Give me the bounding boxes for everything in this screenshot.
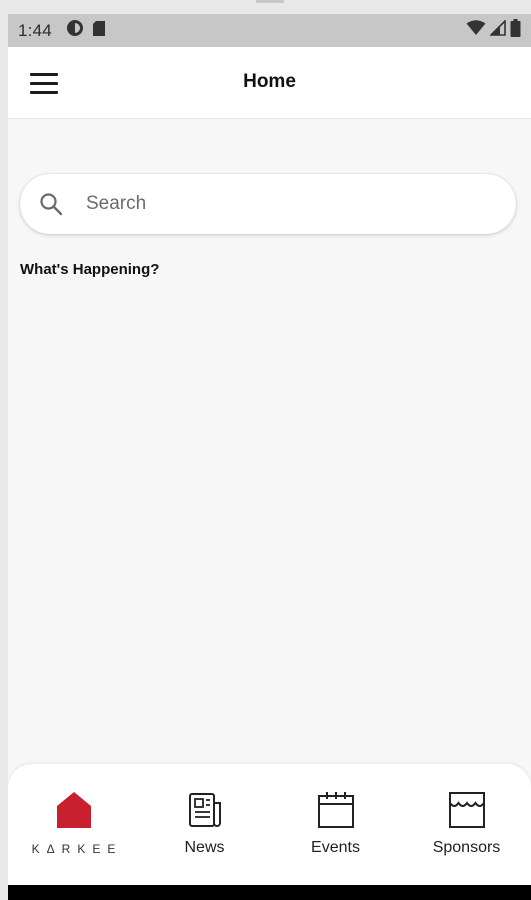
- signal-icon: [489, 19, 506, 41]
- nav-item-sponsors[interactable]: Sponsors: [401, 764, 531, 885]
- nav-item-events[interactable]: Events: [270, 764, 401, 885]
- newspaper-icon: [186, 790, 224, 830]
- karkee-home-logo-icon: [56, 790, 92, 830]
- bottom-navigation: KΔRKEE News Events Sponsors: [8, 764, 531, 885]
- nav-item-news[interactable]: News: [139, 764, 270, 885]
- sd-card-icon: [92, 20, 106, 42]
- storefront-icon: [448, 790, 486, 830]
- search-bar[interactable]: [20, 174, 516, 234]
- system-navigation-bar: [8, 885, 531, 900]
- data-saver-icon: [66, 19, 84, 42]
- search-input[interactable]: [86, 184, 486, 224]
- window-top-handle: [256, 0, 284, 3]
- nav-label-news: News: [184, 839, 225, 856]
- whats-happening-heading: What's Happening?: [20, 261, 160, 278]
- battery-icon: [510, 19, 521, 42]
- wifi-icon: [466, 20, 486, 41]
- calendar-icon: [317, 790, 355, 830]
- nav-label-events: Events: [311, 839, 360, 856]
- nav-label-sponsors: Sponsors: [432, 839, 501, 856]
- status-bar: 1:44: [8, 14, 531, 47]
- page-title: Home: [243, 71, 296, 92]
- search-icon: [38, 191, 64, 217]
- status-right-icons: [466, 19, 521, 42]
- app-bar: Home: [8, 47, 531, 119]
- karkee-brand-label: KΔRKEE: [31, 842, 123, 856]
- status-left-icons: [66, 19, 106, 42]
- nav-item-home[interactable]: KΔRKEE: [8, 764, 139, 885]
- status-time: 1:44: [18, 20, 52, 40]
- phone-screen: 1:44 Home Search What's Happening? KΔRKE…: [8, 14, 531, 900]
